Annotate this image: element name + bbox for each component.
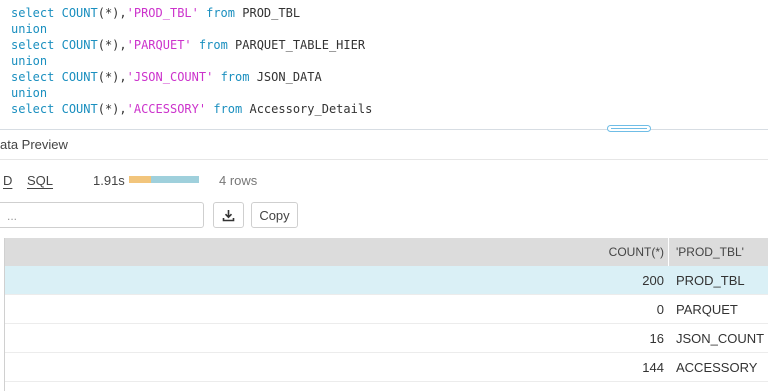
keyword: union: [11, 54, 48, 68]
keyword: union: [11, 86, 48, 100]
cell-label: PROD_TBL: [676, 272, 745, 288]
string-literal: 'PROD_TBL': [126, 6, 199, 20]
function: COUNT: [61, 6, 98, 20]
keyword: from: [213, 102, 243, 116]
function: COUNT: [61, 102, 98, 116]
code-line: select COUNT(*),'PROD_TBL' from PROD_TBL: [11, 5, 300, 21]
cell-count: 0: [656, 301, 664, 317]
progress-segment-execute: [151, 176, 199, 183]
table-row[interactable]: 200 PROD_TBL: [4, 266, 768, 295]
tab-sql[interactable]: SQL: [27, 173, 53, 188]
table-name: JSON_DATA: [256, 70, 322, 84]
string-literal: 'ACCESSORY': [126, 102, 207, 116]
code-line: union: [11, 21, 47, 37]
download-button[interactable]: [213, 202, 244, 228]
tab-data[interactable]: D: [3, 173, 12, 188]
cell-label: JSON_COUNT: [676, 330, 765, 346]
keyword: from: [206, 6, 236, 20]
string-literal: 'JSON_COUNT': [126, 70, 214, 84]
column-header-count[interactable]: COUNT(*): [609, 238, 664, 266]
keyword: from: [220, 70, 250, 84]
progress-segment-compile: [129, 176, 151, 183]
table-name: PARQUET_TABLE_HIER: [235, 38, 366, 52]
copy-button[interactable]: Copy: [251, 202, 298, 228]
cell-count: 144: [642, 359, 664, 375]
args: (*),: [97, 6, 127, 20]
keyword: select: [11, 38, 55, 52]
code-line: select COUNT(*),'PARQUET' from PARQUET_T…: [11, 37, 365, 53]
args: (*),: [97, 102, 127, 116]
table-header: COUNT(*) 'PROD_TBL': [4, 238, 768, 266]
column-divider[interactable]: [668, 238, 669, 266]
table-row[interactable]: 144 ACCESSORY: [4, 353, 768, 382]
resize-handle[interactable]: [607, 125, 651, 132]
cell-label: ACCESSORY: [676, 359, 758, 375]
row-count: 4 rows: [219, 173, 258, 188]
code-line: select COUNT(*),'ACCESSORY' from Accesso…: [11, 101, 372, 117]
args: (*),: [97, 70, 127, 84]
code-line: select COUNT(*),'JSON_COUNT' from JSON_D…: [11, 69, 322, 85]
sql-editor[interactable]: select COUNT(*),'PROD_TBL' from PROD_TBL…: [0, 0, 768, 128]
data-preview-title: ata Preview: [0, 137, 68, 152]
table-left-border: [4, 238, 5, 391]
keyword: select: [11, 6, 55, 20]
splitter-line: [0, 129, 768, 130]
args: (*),: [97, 38, 127, 52]
keyword: select: [11, 102, 55, 116]
keyword: union: [11, 22, 48, 36]
results-table: COUNT(*) 'PROD_TBL' 200 PROD_TBL 0 PARQU…: [4, 238, 768, 382]
cell-count: 16: [649, 330, 664, 346]
execution-time-bar: [129, 176, 199, 183]
table-row[interactable]: 0 PARQUET: [4, 295, 768, 324]
column-header-label[interactable]: 'PROD_TBL': [676, 238, 744, 266]
table-row[interactable]: 16 JSON_COUNT: [4, 324, 768, 353]
cell-label: PARQUET: [676, 301, 738, 317]
cell-count: 200: [642, 272, 664, 288]
code-line: union: [11, 53, 47, 69]
table-name: PROD_TBL: [242, 6, 301, 20]
keyword: select: [11, 70, 55, 84]
string-literal: 'PARQUET': [126, 38, 192, 52]
download-icon: [222, 209, 235, 221]
filter-input[interactable]: ...: [0, 202, 204, 228]
function: COUNT: [61, 70, 98, 84]
table-name: Accessory_Details: [249, 102, 373, 116]
execution-time: 1.91s: [93, 173, 125, 188]
divider: [0, 159, 768, 160]
function: COUNT: [61, 38, 98, 52]
keyword: from: [198, 38, 228, 52]
code-line: union: [11, 85, 47, 101]
